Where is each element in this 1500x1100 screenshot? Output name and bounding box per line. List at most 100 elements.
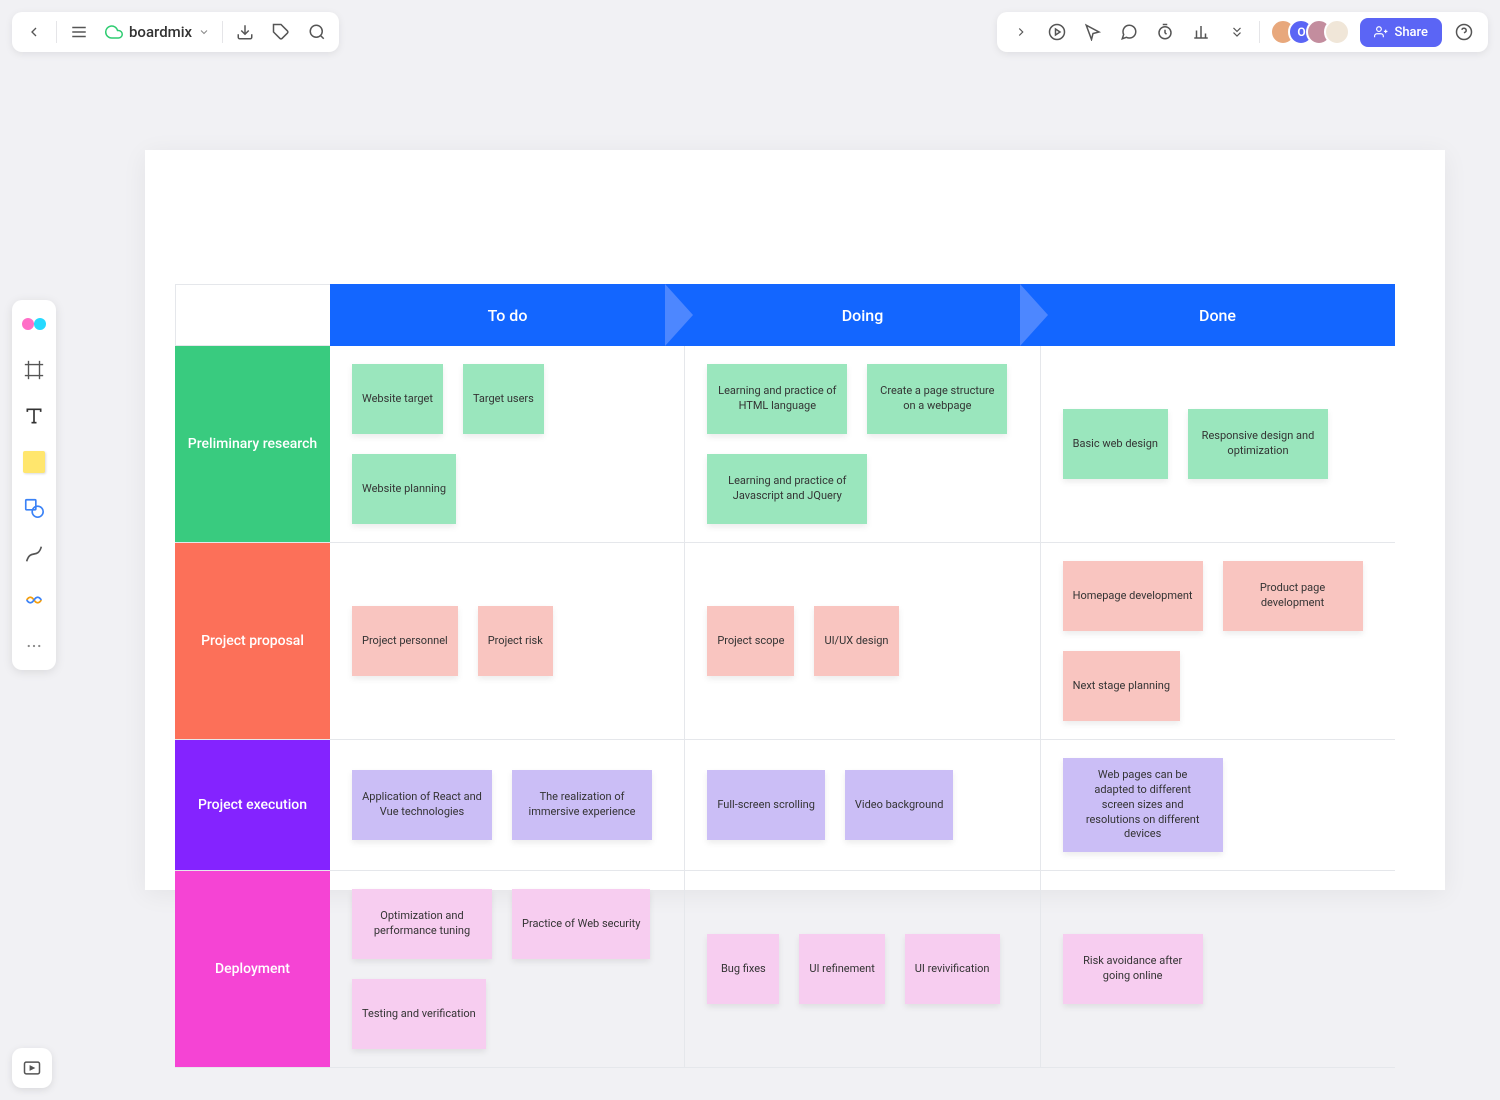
row-cell[interactable]: Bug fixes UI refinement UI revivification [685, 871, 1040, 1067]
templates-icon [22, 317, 46, 331]
expand-button[interactable] [1003, 14, 1039, 50]
row-cell[interactable]: Optimization and performance tuning Pract… [330, 871, 685, 1067]
kanban-card[interactable]: Bug fixes [707, 934, 779, 1004]
row-label[interactable]: Project execution [175, 740, 330, 870]
column-header-todo[interactable]: To do [330, 284, 685, 346]
kanban-card[interactable]: Video background [845, 770, 954, 840]
row-cell[interactable]: Risk avoidance after going online [1041, 871, 1395, 1067]
share-label: Share [1394, 25, 1428, 40]
row-cell[interactable]: Homepage development Product page develop… [1041, 543, 1395, 739]
dots-icon [25, 637, 43, 655]
left-toolbar [12, 300, 56, 670]
more-tools-button[interactable] [1219, 14, 1255, 50]
download-button[interactable] [227, 14, 263, 50]
mindmap-tool[interactable] [18, 584, 50, 616]
kanban-card[interactable]: Learning and practice of HTML language [707, 364, 847, 434]
column-header-done[interactable]: Done [1040, 284, 1395, 346]
kanban-row: Project proposalProject personnelProject… [175, 543, 1395, 740]
avatar[interactable] [1324, 19, 1350, 45]
row-cell[interactable]: Basic web design Responsive design and op… [1041, 346, 1395, 542]
canvas-board[interactable]: To do Doing Done Preliminary researchWeb… [145, 150, 1445, 890]
arrow-divider-icon [1020, 284, 1068, 346]
kanban-card[interactable]: UI revivification [905, 934, 1000, 1004]
kanban-card[interactable]: Website target [352, 364, 443, 434]
topbar-left: boardmix [12, 12, 339, 52]
kanban-card[interactable]: Web pages can be adapted to different sc… [1063, 758, 1223, 852]
play-circle-icon [1048, 23, 1066, 41]
header-empty-cell [175, 284, 330, 346]
row-cell[interactable]: Project personnel Project risk [330, 543, 685, 739]
sticky-note-tool[interactable] [18, 446, 50, 478]
kanban-card[interactable]: Project scope [707, 606, 794, 676]
vote-button[interactable] [1183, 14, 1219, 50]
column-header-doing[interactable]: Doing [685, 284, 1040, 346]
kanban-card[interactable]: Practice of Web security [512, 889, 650, 959]
minimap-button[interactable] [12, 1048, 52, 1088]
comment-button[interactable] [1111, 14, 1147, 50]
row-label[interactable]: Project proposal [175, 543, 330, 739]
arrow-divider-icon [665, 284, 713, 346]
row-cell[interactable]: Learning and practice of HTML language Cr… [685, 346, 1040, 542]
kanban-card[interactable]: Responsive design and optimization [1188, 409, 1328, 479]
timer-icon [1156, 23, 1174, 41]
kanban-card[interactable]: UI/UX design [814, 606, 898, 676]
help-button[interactable] [1446, 14, 1482, 50]
column-label: To do [488, 306, 528, 325]
shape-icon [23, 497, 45, 519]
connector-tool[interactable] [18, 538, 50, 570]
shape-tool[interactable] [18, 492, 50, 524]
kanban-card[interactable]: Project personnel [352, 606, 458, 676]
kanban-card[interactable]: UI refinement [799, 934, 884, 1004]
cursor-button[interactable] [1075, 14, 1111, 50]
kanban-grid: To do Doing Done Preliminary researchWeb… [175, 284, 1395, 1068]
tag-button[interactable] [263, 14, 299, 50]
kanban-card[interactable]: Product page development [1223, 561, 1363, 631]
kanban-card[interactable]: Optimization and performance tuning [352, 889, 492, 959]
row-label[interactable]: Preliminary research [175, 346, 330, 542]
connector-icon [23, 543, 45, 565]
minimap-icon [22, 1058, 42, 1078]
kanban-card[interactable]: Risk avoidance after going online [1063, 934, 1203, 1004]
kanban-card[interactable]: Full-screen scrolling [707, 770, 825, 840]
kanban-card[interactable]: Homepage development [1063, 561, 1203, 631]
row-cell[interactable]: Project scope UI/UX design [685, 543, 1040, 739]
menu-button[interactable] [61, 14, 97, 50]
kanban-card[interactable]: Testing and verification [352, 979, 486, 1049]
frame-tool[interactable] [18, 354, 50, 386]
kanban-row: Project execution Application of React an… [175, 740, 1395, 871]
share-icon [1374, 25, 1388, 39]
row-cell[interactable]: Web pages can be adapted to different sc… [1041, 740, 1395, 870]
kanban-card[interactable]: Learning and practice of Javascript and … [707, 454, 867, 524]
row-cell[interactable]: Application of React and Vue technologie… [330, 740, 685, 870]
kanban-card[interactable]: Target users [463, 364, 544, 434]
sticky-icon [23, 451, 45, 473]
kanban-card[interactable]: Project risk [478, 606, 553, 676]
divider [1259, 21, 1260, 43]
search-button[interactable] [299, 14, 335, 50]
timer-button[interactable] [1147, 14, 1183, 50]
download-icon [236, 23, 254, 41]
avatar-stack[interactable]: O [1270, 19, 1350, 45]
hamburger-icon [70, 23, 88, 41]
more-tools[interactable] [18, 630, 50, 662]
topbar-right: O Share [997, 12, 1488, 52]
frame-icon [23, 359, 45, 381]
back-button[interactable] [16, 14, 52, 50]
share-button[interactable]: Share [1360, 18, 1442, 47]
text-tool[interactable] [18, 400, 50, 432]
kanban-card[interactable]: Website planning [352, 454, 456, 524]
brand-section[interactable]: boardmix [97, 23, 218, 41]
kanban-card[interactable]: The realization of immersive experience [512, 770, 652, 840]
kanban-card[interactable]: Create a page structure on a webpage [867, 364, 1007, 434]
row-cell[interactable]: Website target Target usersWebsite planni… [330, 346, 685, 542]
kanban-card[interactable]: Basic web design [1063, 409, 1168, 479]
chart-icon [1192, 23, 1210, 41]
kanban-card[interactable]: Application of React and Vue technologie… [352, 770, 492, 840]
kanban-card[interactable]: Next stage planning [1063, 651, 1180, 721]
templates-tool[interactable] [18, 308, 50, 340]
row-cell[interactable]: Full-screen scrolling Video background [685, 740, 1040, 870]
text-icon [24, 406, 44, 426]
row-label[interactable]: Deployment [175, 871, 330, 1067]
mindmap-icon [23, 589, 45, 611]
play-button[interactable] [1039, 14, 1075, 50]
